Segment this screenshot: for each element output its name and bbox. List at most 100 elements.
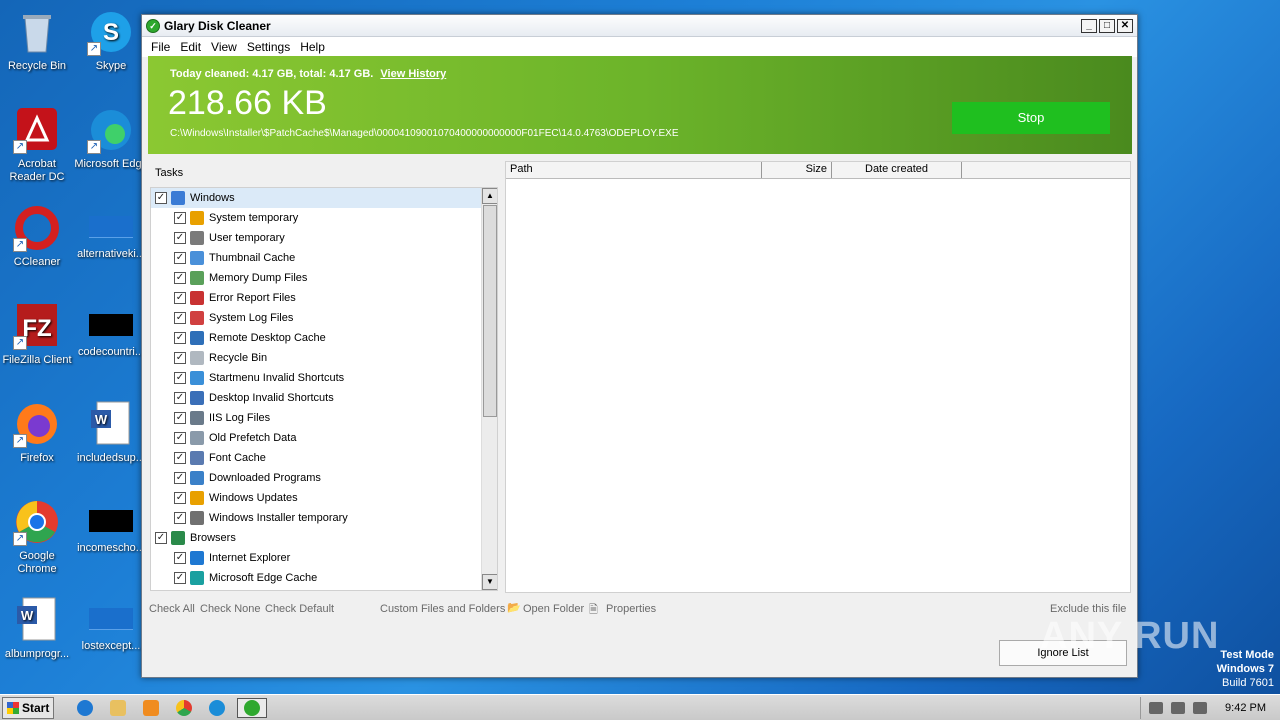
task-item[interactable]: ✓ IIS Log Files (151, 408, 497, 428)
column-date-created[interactable]: Date created (832, 162, 962, 178)
view-history-link[interactable]: View History (380, 68, 446, 80)
task-item[interactable]: ✓ User temporary (151, 228, 497, 248)
menu-view[interactable]: View (206, 40, 242, 54)
desktop-icon-albumprogr[interactable]: W albumprogr... (0, 596, 74, 661)
task-checkbox[interactable]: ✓ (174, 272, 186, 284)
column-path[interactable]: Path (506, 162, 762, 178)
task-item[interactable]: ✓ Recycle Bin (151, 348, 497, 368)
clock[interactable]: 9:42 PM (1225, 702, 1266, 714)
edge-icon: ↗ (87, 106, 135, 154)
task-checkbox[interactable]: ✓ (174, 472, 186, 484)
task-item[interactable]: ✓ Remote Desktop Cache (151, 328, 497, 348)
menu-edit[interactable]: Edit (175, 40, 206, 54)
desktop-icon-alternativeki[interactable]: alternativeki... (74, 204, 148, 261)
task-item[interactable]: ✓ Microsoft Edge Cache (151, 568, 497, 588)
taskbar-edge[interactable] (204, 698, 230, 718)
acrobat-icon: ↗ (13, 106, 61, 154)
taskbar-chrome[interactable] (171, 698, 197, 718)
flag-icon[interactable] (1193, 701, 1208, 714)
window-title: Glary Disk Cleaner (164, 18, 271, 33)
task-item[interactable]: ✓ Windows Installer temporary (151, 508, 497, 528)
task-checkbox[interactable]: ✓ (155, 192, 167, 204)
taskbar-explorer[interactable] (105, 698, 131, 718)
desktop-icon-filezilla[interactable]: FZ ↗ FileZilla Client (0, 302, 74, 367)
scroll-up-arrow[interactable]: ▲ (482, 188, 497, 204)
desktop-icon-incomescho[interactable]: incomescho... (74, 498, 148, 555)
menu-settings[interactable]: Settings (242, 40, 295, 54)
task-item[interactable]: ✓ Browsers (151, 528, 497, 548)
menu-help[interactable]: Help (295, 40, 330, 54)
task-checkbox[interactable]: ✓ (155, 532, 167, 544)
task-icon (190, 291, 204, 305)
task-checkbox[interactable]: ✓ (174, 252, 186, 264)
task-item[interactable]: ✓ Windows (151, 188, 497, 208)
system-tray: 9:42 PM (1140, 696, 1280, 719)
task-label: Error Report Files (209, 292, 296, 304)
task-icon (190, 431, 204, 445)
custom-files-folders-link[interactable]: Custom Files and Folders (380, 603, 505, 615)
minimize-button[interactable]: _ (1081, 18, 1097, 33)
check-default-link[interactable]: Check Default (265, 603, 334, 615)
task-checkbox[interactable]: ✓ (174, 512, 186, 524)
desktop-icon-firefox[interactable]: ↗ Firefox (0, 400, 74, 465)
task-checkbox[interactable]: ✓ (174, 232, 186, 244)
task-checkbox[interactable]: ✓ (174, 432, 186, 444)
task-item[interactable]: ✓ Font Cache (151, 448, 497, 468)
task-checkbox[interactable]: ✓ (174, 312, 186, 324)
volume-icon[interactable] (1149, 701, 1164, 714)
task-item[interactable]: ✓ Thumbnail Cache (151, 248, 497, 268)
task-item[interactable]: ✓ Windows Updates (151, 488, 497, 508)
taskbar-glary[interactable] (237, 697, 267, 718)
task-checkbox[interactable]: ✓ (174, 492, 186, 504)
task-item[interactable]: ✓ System temporary (151, 208, 497, 228)
task-checkbox[interactable]: ✓ (174, 372, 186, 384)
task-checkbox[interactable]: ✓ (174, 452, 186, 464)
file-icon (89, 216, 133, 238)
media-player-icon (143, 699, 159, 716)
desktop-icon-skype[interactable]: S ↗ Skype (74, 8, 148, 73)
properties-link[interactable]: Properties (606, 603, 656, 615)
task-checkbox[interactable]: ✓ (174, 352, 186, 364)
column-size[interactable]: Size (762, 162, 832, 178)
desktop-icon-ccleaner[interactable]: ↗ CCleaner (0, 204, 74, 269)
task-item[interactable]: ✓ Startmenu Invalid Shortcuts (151, 368, 497, 388)
task-item[interactable]: ✓ Downloaded Programs (151, 468, 497, 488)
title-bar[interactable]: ✓ Glary Disk Cleaner _ □ ✕ (142, 15, 1137, 37)
tasks-scrollbar[interactable]: ▲ ▼ (481, 188, 497, 590)
task-label: System temporary (209, 212, 299, 224)
scroll-thumb[interactable] (483, 205, 497, 417)
task-item[interactable]: ✓ System Log Files (151, 308, 497, 328)
check-none-link[interactable]: Check None (200, 603, 261, 615)
task-checkbox[interactable]: ✓ (174, 212, 186, 224)
task-item[interactable]: ✓ Memory Dump Files (151, 268, 497, 288)
stop-button[interactable]: Stop (952, 102, 1110, 134)
desktop-icon-recycle-bin[interactable]: Recycle Bin (0, 8, 74, 73)
task-checkbox[interactable]: ✓ (174, 412, 186, 424)
task-item[interactable]: ✓ Old Prefetch Data (151, 428, 497, 448)
open-folder-link[interactable]: Open Folder (523, 603, 584, 615)
maximize-button[interactable]: □ (1099, 18, 1115, 33)
task-item[interactable]: ✓ Internet Explorer (151, 548, 497, 568)
desktop-icon-codecountri[interactable]: codecountri... (74, 302, 148, 359)
exclude-file-link[interactable]: Exclude this file (1050, 603, 1126, 615)
desktop-icon-acrobat[interactable]: ↗ Acrobat Reader DC (0, 106, 74, 184)
task-checkbox[interactable]: ✓ (174, 332, 186, 344)
desktop-icon-chrome[interactable]: ↗ Google Chrome (0, 498, 74, 576)
scroll-down-arrow[interactable]: ▼ (482, 574, 497, 590)
task-checkbox[interactable]: ✓ (174, 292, 186, 304)
check-all-link[interactable]: Check All (149, 603, 195, 615)
task-item[interactable]: ✓ Desktop Invalid Shortcuts (151, 388, 497, 408)
close-button[interactable]: ✕ (1117, 18, 1133, 33)
taskbar-ie[interactable] (72, 698, 98, 718)
task-checkbox[interactable]: ✓ (174, 552, 186, 564)
menu-file[interactable]: File (146, 40, 175, 54)
task-checkbox[interactable]: ✓ (174, 392, 186, 404)
start-button[interactable]: Start (2, 696, 54, 719)
task-item[interactable]: ✓ Error Report Files (151, 288, 497, 308)
desktop-icon-lostexcept[interactable]: lostexcept... (74, 596, 148, 653)
desktop-icon-includedsup[interactable]: W includedsup... (74, 400, 148, 465)
taskbar-media-player[interactable] (138, 698, 164, 718)
network-icon[interactable] (1171, 701, 1186, 714)
desktop-icon-edge[interactable]: ↗ Microsoft Edge (74, 106, 148, 171)
task-checkbox[interactable]: ✓ (174, 572, 186, 584)
